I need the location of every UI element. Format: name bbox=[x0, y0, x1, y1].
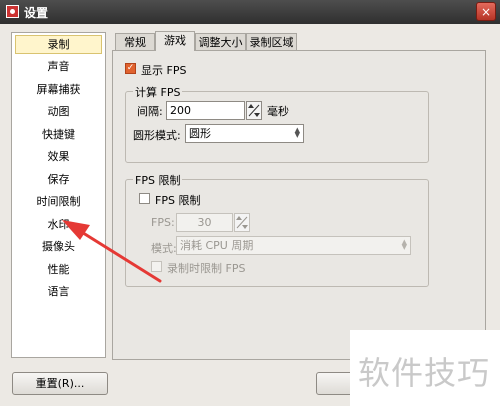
tab-game[interactable]: 游戏 bbox=[155, 31, 195, 51]
watermark-text: 软件技巧 bbox=[358, 354, 491, 392]
watermark-overlay: 软件技巧 bbox=[350, 330, 500, 406]
